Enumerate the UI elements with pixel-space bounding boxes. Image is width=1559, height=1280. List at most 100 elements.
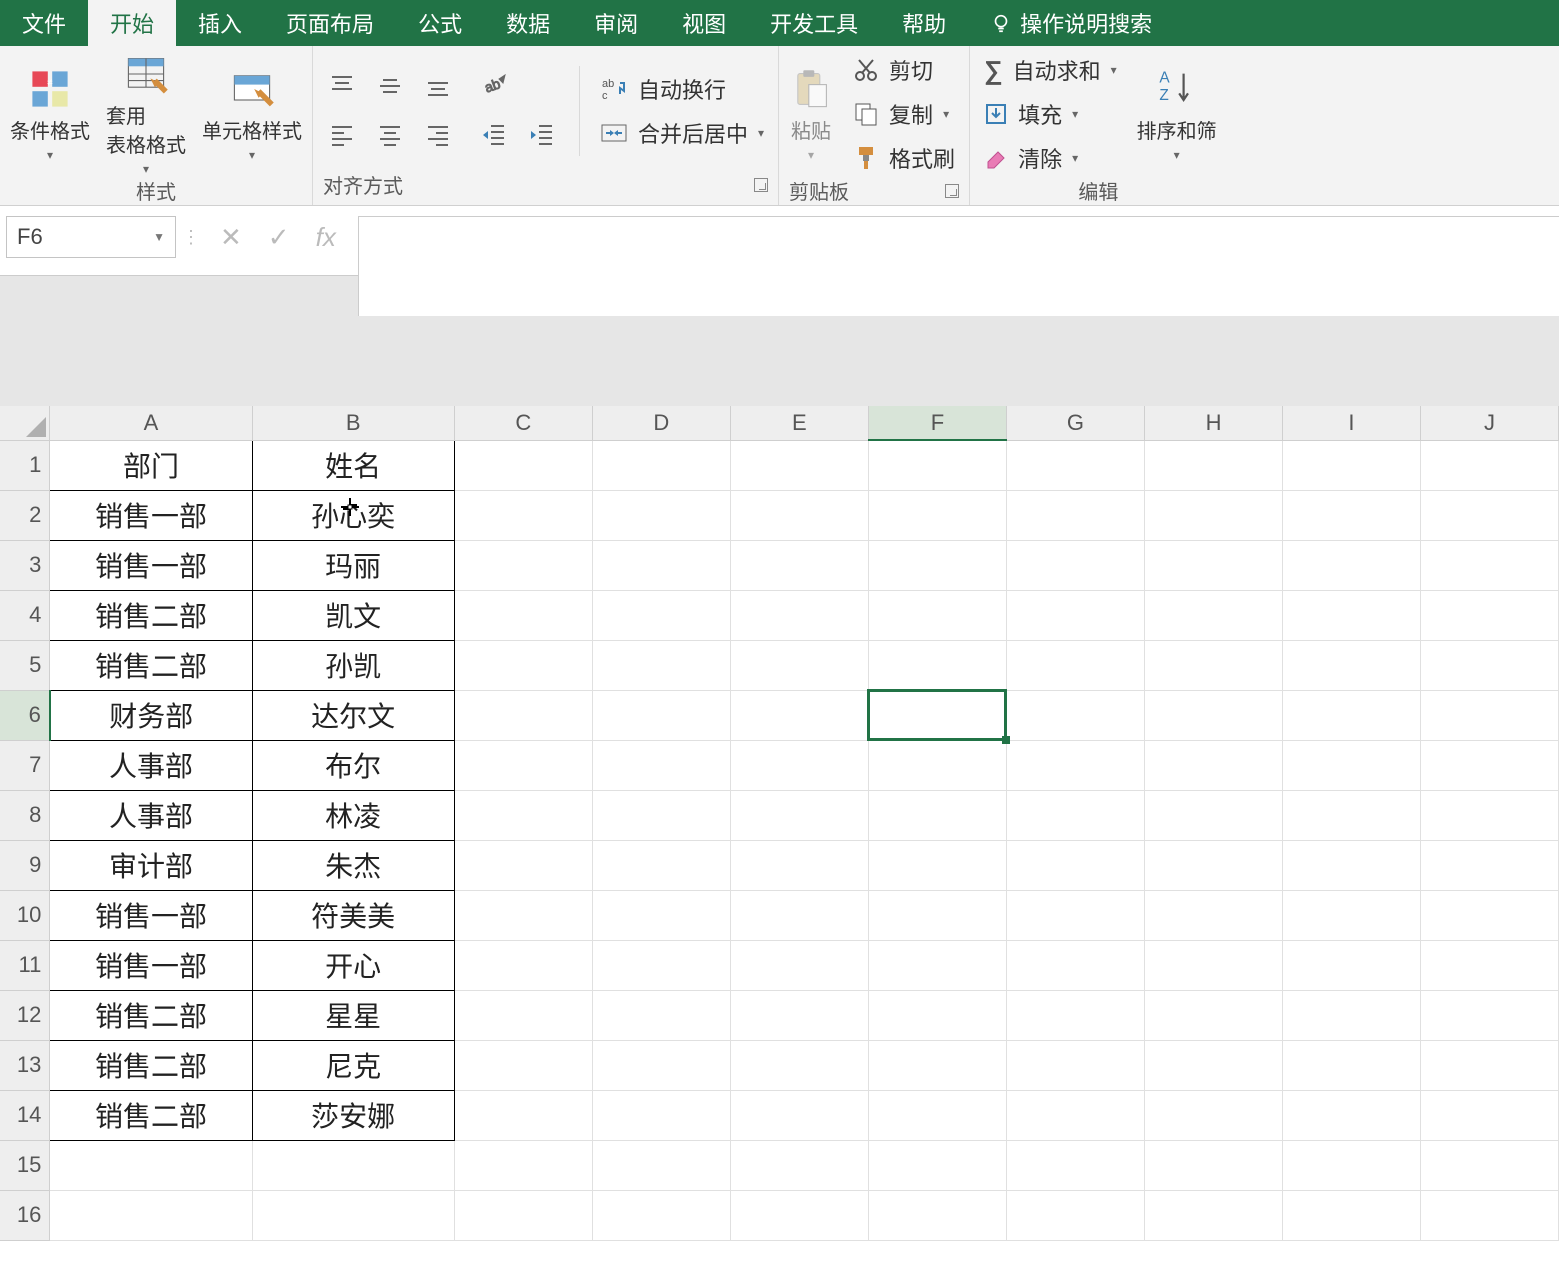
cell-E8[interactable] [730, 790, 868, 840]
cell-H5[interactable] [1144, 640, 1282, 690]
cell-D10[interactable] [592, 890, 730, 940]
row-header-13[interactable]: 13 [0, 1040, 50, 1090]
cell-E4[interactable] [730, 590, 868, 640]
cell-D8[interactable] [592, 790, 730, 840]
cell-J14[interactable] [1420, 1090, 1558, 1140]
cell-A13[interactable]: 销售二部 [50, 1040, 252, 1090]
tab-formulas[interactable]: 公式 [396, 0, 484, 46]
cell-F8[interactable] [868, 790, 1006, 840]
cell-G16[interactable] [1006, 1190, 1144, 1240]
cell-C16[interactable] [454, 1190, 592, 1240]
column-header-H[interactable]: H [1144, 406, 1282, 440]
cell-J10[interactable] [1420, 890, 1558, 940]
cell-G12[interactable] [1006, 990, 1144, 1040]
cell-J8[interactable] [1420, 790, 1558, 840]
cell-D3[interactable] [592, 540, 730, 590]
cell-H15[interactable] [1144, 1140, 1282, 1190]
cell-D6[interactable] [592, 690, 730, 740]
cell-C7[interactable] [454, 740, 592, 790]
cell-F3[interactable] [868, 540, 1006, 590]
cell-C4[interactable] [454, 590, 592, 640]
cell-D4[interactable] [592, 590, 730, 640]
cell-I4[interactable] [1283, 590, 1421, 640]
cell-A1[interactable]: 部门 [50, 440, 252, 490]
cell-I2[interactable] [1283, 490, 1421, 540]
tab-view[interactable]: 视图 [660, 0, 748, 46]
cell-G14[interactable] [1006, 1090, 1144, 1140]
align-right-button[interactable] [419, 115, 457, 153]
cell-J13[interactable] [1420, 1040, 1558, 1090]
column-header-I[interactable]: I [1283, 406, 1421, 440]
cell-D9[interactable] [592, 840, 730, 890]
cell-C14[interactable] [454, 1090, 592, 1140]
cell-E13[interactable] [730, 1040, 868, 1090]
row-header-1[interactable]: 1 [0, 440, 50, 490]
cell-I14[interactable] [1283, 1090, 1421, 1140]
cell-G13[interactable] [1006, 1040, 1144, 1090]
clipboard-dialog-launcher[interactable] [945, 184, 959, 198]
cell-A6[interactable]: 财务部 [50, 690, 252, 740]
fill-button[interactable]: 填充 ▾ [980, 96, 1121, 132]
cell-I15[interactable] [1283, 1140, 1421, 1190]
cell-C6[interactable] [454, 690, 592, 740]
cell-F16[interactable] [868, 1190, 1006, 1240]
cell-I13[interactable] [1283, 1040, 1421, 1090]
sort-filter-button[interactable]: AZ 排序和筛 ▾ [1137, 67, 1217, 162]
column-header-F[interactable]: F [868, 406, 1006, 440]
cell-A9[interactable]: 审计部 [50, 840, 252, 890]
align-center-button[interactable] [371, 115, 409, 153]
align-middle-button[interactable] [371, 67, 409, 105]
cell-B10[interactable]: 符美美 [252, 890, 454, 940]
cell-A15[interactable] [50, 1140, 252, 1190]
cell-J7[interactable] [1420, 740, 1558, 790]
row-header-8[interactable]: 8 [0, 790, 50, 840]
cell-G9[interactable] [1006, 840, 1144, 890]
cell-B6[interactable]: 达尔文 [252, 690, 454, 740]
cell-A10[interactable]: 销售一部 [50, 890, 252, 940]
cell-J2[interactable] [1420, 490, 1558, 540]
column-header-G[interactable]: G [1006, 406, 1144, 440]
cell-I16[interactable] [1283, 1190, 1421, 1240]
cut-button[interactable]: 剪切 [849, 52, 959, 88]
cell-A16[interactable] [50, 1190, 252, 1240]
cell-F14[interactable] [868, 1090, 1006, 1140]
cell-C13[interactable] [454, 1040, 592, 1090]
cell-G11[interactable] [1006, 940, 1144, 990]
cell-H9[interactable] [1144, 840, 1282, 890]
cell-D5[interactable] [592, 640, 730, 690]
format-painter-button[interactable]: 格式刷 [849, 140, 959, 176]
cell-F11[interactable] [868, 940, 1006, 990]
cell-J4[interactable] [1420, 590, 1558, 640]
cell-I10[interactable] [1283, 890, 1421, 940]
cell-E3[interactable] [730, 540, 868, 590]
cell-J16[interactable] [1420, 1190, 1558, 1240]
cell-B12[interactable]: 星星 [252, 990, 454, 1040]
cell-H11[interactable] [1144, 940, 1282, 990]
formula-input[interactable] [358, 216, 1559, 316]
cell-F1[interactable] [868, 440, 1006, 490]
cell-A11[interactable]: 销售一部 [50, 940, 252, 990]
cell-H14[interactable] [1144, 1090, 1282, 1140]
cell-J9[interactable] [1420, 840, 1558, 890]
select-all-corner[interactable] [0, 406, 50, 440]
cell-D11[interactable] [592, 940, 730, 990]
cell-B16[interactable] [252, 1190, 454, 1240]
cell-I12[interactable] [1283, 990, 1421, 1040]
cell-A5[interactable]: 销售二部 [50, 640, 252, 690]
cell-B15[interactable] [252, 1140, 454, 1190]
align-top-button[interactable] [323, 67, 361, 105]
cell-E14[interactable] [730, 1090, 868, 1140]
column-header-A[interactable]: A [50, 406, 252, 440]
spreadsheet-grid[interactable]: ABCDEFGHIJ1部门姓名2销售一部孙心奕3销售一部玛丽4销售二部凯文5销售… [0, 406, 1559, 1241]
row-header-14[interactable]: 14 [0, 1090, 50, 1140]
cell-H7[interactable] [1144, 740, 1282, 790]
cell-E5[interactable] [730, 640, 868, 690]
cell-styles-button[interactable]: 单元格样式 ▾ [202, 67, 302, 162]
column-header-B[interactable]: B [252, 406, 454, 440]
cell-B3[interactable]: 玛丽 [252, 540, 454, 590]
cell-E6[interactable] [730, 690, 868, 740]
cell-E1[interactable] [730, 440, 868, 490]
column-header-D[interactable]: D [592, 406, 730, 440]
cell-G7[interactable] [1006, 740, 1144, 790]
cell-F2[interactable] [868, 490, 1006, 540]
